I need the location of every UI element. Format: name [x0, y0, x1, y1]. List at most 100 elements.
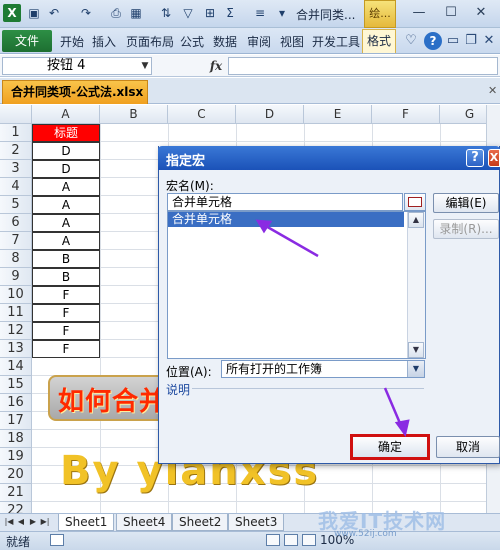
row-header[interactable]: 8 [0, 250, 32, 268]
macro-list[interactable] [167, 211, 426, 359]
table-cell[interactable]: F [32, 286, 100, 304]
column-header[interactable]: D [236, 105, 304, 124]
column-header[interactable]: A [32, 105, 100, 124]
sheet-tab[interactable]: Sheet2 [172, 514, 229, 531]
fx-icon[interactable]: fx [206, 57, 226, 75]
sheet-tab[interactable]: Sheet3 [228, 514, 285, 531]
workbook-tab[interactable]: 合并同类项-公式法.xlsx [2, 80, 148, 104]
save-icon[interactable]: ▣ [26, 5, 42, 21]
header-cell[interactable]: 标题 [32, 124, 100, 142]
close-icon[interactable]: X [488, 149, 500, 167]
row-header[interactable]: 14 [0, 358, 32, 376]
chevron-down-icon[interactable]: ▼ [407, 361, 424, 377]
row-header[interactable]: 15 [0, 376, 32, 394]
row-header[interactable]: 10 [0, 286, 32, 304]
page-layout-view-icon[interactable] [284, 534, 298, 546]
sort-icon[interactable]: ⇅ [158, 5, 174, 21]
table-cell[interactable]: A [32, 214, 100, 232]
row-header[interactable]: 3 [0, 160, 32, 178]
ribbon-restore-icon[interactable]: ❐ [462, 32, 480, 50]
last-sheet-icon[interactable]: ▶| [40, 515, 50, 529]
excel-icon[interactable]: X [3, 4, 21, 22]
minimize-ribbon-icon[interactable]: ♡ [402, 32, 420, 50]
tab-review[interactable]: 审阅 [247, 33, 271, 51]
location-select[interactable]: 所有打开的工作簿 [221, 360, 425, 378]
tab-format[interactable]: 格式 [362, 29, 396, 53]
align-icon[interactable]: ≡ [252, 5, 268, 21]
tab-view[interactable]: 视图 [280, 33, 304, 51]
select-all-corner[interactable] [0, 105, 32, 124]
macro-name-input[interactable]: 合并单元格 [167, 193, 403, 211]
tab-data[interactable]: 数据 [213, 33, 237, 51]
chevron-down-icon[interactable]: ▼ [140, 59, 150, 73]
row-header[interactable]: 2 [0, 142, 32, 160]
table-cell[interactable]: F [32, 340, 100, 358]
row-header[interactable]: 16 [0, 394, 32, 412]
row-header[interactable]: 12 [0, 322, 32, 340]
table-cell[interactable]: B [32, 250, 100, 268]
scroll-up-icon[interactable]: ▲ [408, 212, 424, 228]
close-icon[interactable]: ✕ [488, 84, 498, 98]
maximize-icon[interactable]: ☐ [436, 3, 466, 23]
sum-icon[interactable]: Σ [222, 5, 238, 21]
row-header[interactable]: 1 [0, 124, 32, 142]
table-cell[interactable]: A [32, 232, 100, 250]
customize-toolbar-icon[interactable]: ▾ [274, 5, 290, 21]
column-header[interactable]: C [168, 105, 236, 124]
ribbon-minimize-icon[interactable]: ▭ [444, 32, 462, 50]
print-preview-icon[interactable]: ⎙ [108, 5, 124, 21]
table-cell[interactable]: D [32, 142, 100, 160]
scroll-down-icon[interactable]: ▼ [408, 342, 424, 358]
row-header[interactable]: 21 [0, 484, 32, 502]
tab-page-layout[interactable]: 页面布局 [126, 33, 174, 51]
sheet-tab[interactable]: Sheet4 [116, 514, 173, 531]
table-cell[interactable]: A [32, 196, 100, 214]
edit-button[interactable]: 编辑(E) [433, 193, 499, 213]
table-cell[interactable]: B [32, 268, 100, 286]
prev-sheet-icon[interactable]: ◀ [16, 515, 26, 529]
help-icon[interactable]: ? [466, 149, 484, 167]
table-cell[interactable]: F [32, 304, 100, 322]
help-icon[interactable]: ? [424, 32, 442, 50]
row-header[interactable]: 9 [0, 268, 32, 286]
column-header[interactable]: E [304, 105, 372, 124]
table-cell[interactable]: D [32, 160, 100, 178]
row-header[interactable]: 22 [0, 502, 32, 513]
row-header[interactable]: 6 [0, 214, 32, 232]
record-button[interactable]: 录制(R)... [433, 219, 499, 239]
table-cell[interactable]: F [32, 322, 100, 340]
tab-home[interactable]: 开始 [60, 33, 84, 51]
row-header[interactable]: 4 [0, 178, 32, 196]
ok-button[interactable]: 确定 [350, 434, 430, 460]
border-icon[interactable]: ⊞ [202, 5, 218, 21]
ribbon-close-icon[interactable]: ✕ [480, 32, 498, 50]
row-header[interactable]: 19 [0, 448, 32, 466]
row-header[interactable]: 20 [0, 466, 32, 484]
column-header[interactable]: F [372, 105, 440, 124]
tab-formulas[interactable]: 公式 [180, 33, 204, 51]
redo-icon[interactable]: ↷ [78, 5, 94, 21]
list-scrollbar[interactable] [407, 212, 425, 358]
table-cell[interactable]: A [32, 178, 100, 196]
macro-record-icon[interactable] [50, 534, 64, 546]
tab-file[interactable]: 文件 [2, 30, 52, 52]
normal-view-icon[interactable] [266, 534, 280, 546]
cancel-button[interactable]: 取消 [436, 436, 500, 458]
page-break-view-icon[interactable] [302, 534, 316, 546]
row-header[interactable]: 13 [0, 340, 32, 358]
column-header[interactable]: B [100, 105, 168, 124]
row-header[interactable]: 5 [0, 196, 32, 214]
macro-list-item[interactable]: 合并单元格 [168, 212, 404, 227]
first-sheet-icon[interactable]: |◀ [4, 515, 14, 529]
formula-input[interactable] [228, 57, 498, 75]
row-header[interactable]: 7 [0, 232, 32, 250]
minimize-icon[interactable]: — [404, 3, 434, 23]
form-icon[interactable]: ▦ [128, 5, 144, 21]
name-box[interactable]: 按钮 4 [2, 57, 152, 75]
dialog-title-bar[interactable] [158, 146, 500, 170]
tab-developer[interactable]: 开发工具 [312, 33, 360, 51]
sheet-tab[interactable]: Sheet1 [58, 514, 115, 531]
filter-icon[interactable]: ▽ [180, 5, 196, 21]
next-sheet-icon[interactable]: ▶ [28, 515, 38, 529]
row-header[interactable]: 17 [0, 412, 32, 430]
